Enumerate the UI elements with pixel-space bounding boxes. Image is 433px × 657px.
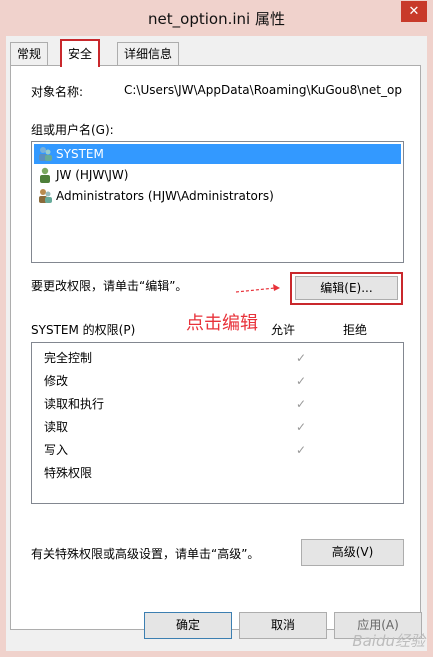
permission-label: SYSTEM 的权限(P)	[31, 323, 136, 337]
user-item-label: JW (HJW\JW)	[56, 168, 129, 182]
title-bar: net_option.ini 属性 ✕	[0, 0, 433, 36]
allow-check-icon: ✓	[295, 397, 307, 411]
allow-check-icon: ✓	[295, 351, 307, 365]
user-item-system[interactable]: SYSTEM	[34, 144, 401, 164]
permission-row: 完全控制	[44, 351, 93, 365]
change-permission-hint: 要更改权限，请单击“编辑”。	[31, 279, 188, 293]
permission-row: 读取	[44, 420, 69, 434]
user-group-icon	[39, 147, 52, 161]
advanced-hint: 有关特殊权限或高级设置，请单击“高级”。	[31, 547, 260, 561]
user-item-label: Administrators (HJW\Administrators)	[56, 189, 274, 203]
tab-security[interactable]: 安全	[60, 39, 101, 67]
window-title: net_option.ini 属性	[148, 10, 285, 28]
arrow-annotation-icon	[235, 284, 280, 293]
permission-row: 修改	[44, 374, 69, 388]
group-user-label: 组或用户名(G):	[31, 123, 114, 137]
permission-row: 读取和执行	[44, 397, 105, 411]
security-panel: 对象名称: C:\Users\JW\AppData\Roaming\KuGou8…	[10, 65, 421, 630]
permission-row: 写入	[44, 443, 69, 457]
user-item-administrators[interactable]: Administrators (HJW\Administrators)	[34, 186, 401, 206]
properties-window: net_option.ini 属性 ✕ 常规 安全 详细信息 对象名称: C:\…	[0, 0, 433, 657]
user-group-icon	[39, 189, 52, 203]
watermark: Baidu经验	[352, 632, 425, 650]
dialog-client: 常规 安全 详细信息 对象名称: C:\Users\JW\AppData\Roa…	[6, 36, 427, 651]
cancel-button[interactable]: 取消	[239, 612, 327, 639]
ok-button[interactable]: 确定	[144, 612, 232, 639]
user-item-label: SYSTEM	[56, 147, 104, 161]
tab-general[interactable]: 常规	[10, 42, 49, 65]
tab-details[interactable]: 详细信息	[117, 42, 180, 65]
close-button[interactable]: ✕	[401, 1, 427, 22]
object-name-label: 对象名称:	[31, 85, 84, 99]
permission-list[interactable]: 完全控制 修改 读取和执行 读取 写入 特殊权限 ✓ ✓ ✓ ✓ ✓	[31, 342, 404, 504]
user-item-jw[interactable]: JW (HJW\JW)	[34, 165, 401, 185]
object-name-value: C:\Users\JW\AppData\Roaming\KuGou8\net_o…	[124, 83, 402, 97]
allow-check-icon: ✓	[295, 420, 307, 434]
user-icon	[40, 167, 50, 183]
permission-row: 特殊权限	[44, 466, 93, 480]
user-list[interactable]: SYSTEM JW (HJW\JW) Administrators (HJW\A…	[31, 141, 404, 263]
allow-check-icon: ✓	[295, 374, 307, 388]
deny-header: 拒绝	[343, 323, 368, 337]
edit-button[interactable]: 编辑(E)...	[295, 276, 398, 300]
annotation-text: 点击编辑	[186, 313, 258, 334]
advanced-button[interactable]: 高级(V)	[301, 539, 404, 566]
allow-check-icon: ✓	[295, 443, 307, 457]
allow-header: 允许	[271, 323, 296, 337]
